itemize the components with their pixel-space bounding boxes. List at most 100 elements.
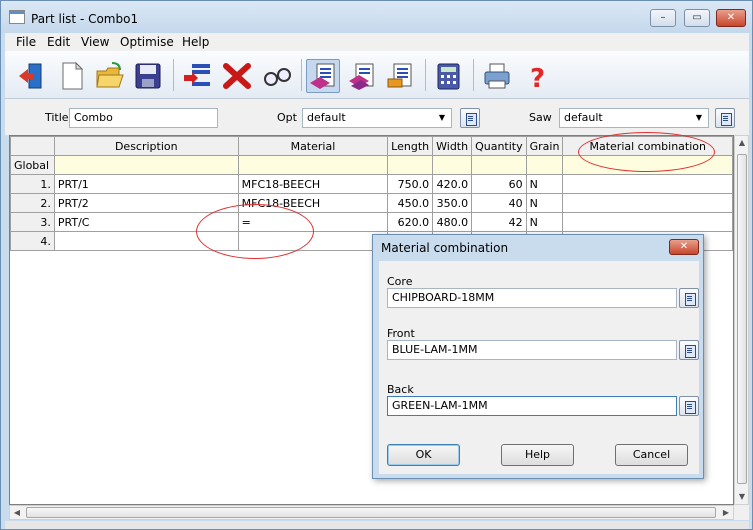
grain-cell[interactable]: N [525,174,564,194]
description-cell[interactable]: PRT/1 [53,174,239,194]
status-bar [5,521,749,529]
board-list-icon[interactable] [345,59,379,93]
opt-select[interactable]: default ▼ [302,108,452,128]
close-button[interactable]: ✕ [716,9,746,27]
menu-help[interactable]: Help [182,35,209,49]
material-combination-cell[interactable] [562,193,733,213]
scroll-right-icon[interactable]: ▶ [719,506,733,519]
col-length[interactable]: Length [387,136,434,156]
maximize-button[interactable]: ▭ [684,9,710,27]
calculator-icon[interactable] [431,59,465,93]
core-lookup-book-icon[interactable] [679,288,699,308]
quantity-cell[interactable]: 60 [471,174,527,194]
dialog-title: Material combination [381,241,509,255]
row-number[interactable]: 2. [10,193,55,213]
chevron-down-icon[interactable]: ▼ [435,111,449,125]
menu-optimise[interactable]: Optimise [120,35,174,49]
saw-lookup-book-icon[interactable] [715,108,735,128]
title-input[interactable]: Combo [69,108,218,128]
global-cell[interactable] [237,155,389,175]
description-cell[interactable]: PRT/2 [53,193,239,213]
front-input[interactable]: BLUE-LAM-1MM [387,340,677,360]
exit-door-icon[interactable] [15,59,49,93]
width-cell[interactable]: 480.0 [432,212,473,232]
title-bar[interactable]: Part list - Combo1 – ▭ ✕ [1,1,752,33]
table-row: 2. PRT/2 MFC18-BEECH 450.0 350.0 40 N [10,193,733,213]
material-cell[interactable]: MFC18-BEECH [237,174,389,194]
core-input[interactable]: CHIPBOARD-18MM [387,288,677,308]
global-cell[interactable] [432,155,473,175]
col-quantity[interactable]: Quantity [471,136,527,156]
global-cell[interactable] [525,155,564,175]
horizontal-scroll-thumb[interactable] [26,507,716,518]
chevron-down-icon[interactable]: ▼ [692,111,706,125]
col-width[interactable]: Width [432,136,473,156]
part-list-icon[interactable] [306,59,340,93]
width-cell[interactable]: 350.0 [432,193,473,213]
save-disk-icon[interactable] [131,59,165,93]
global-cell[interactable] [471,155,527,175]
menu-edit[interactable]: Edit [47,35,70,49]
quantity-cell[interactable]: 42 [471,212,527,232]
core-label: Core [387,275,413,288]
menu-file[interactable]: File [16,35,36,49]
back-lookup-book-icon[interactable] [679,396,699,416]
annotation-ellipse-material [196,204,314,259]
col-material[interactable]: Material [237,136,389,156]
opt-label: Opt [277,111,297,124]
material-combination-cell[interactable] [562,174,733,194]
menu-view[interactable]: View [81,35,109,49]
vertical-scroll-thumb[interactable] [737,154,747,484]
length-cell[interactable]: 450.0 [387,193,434,213]
scroll-down-icon[interactable]: ▼ [736,490,748,504]
saw-label: Saw [529,111,552,124]
saw-select-value: default [564,111,603,124]
saw-select[interactable]: default ▼ [559,108,709,128]
help-button[interactable]: Help [501,444,574,466]
vertical-scrollbar[interactable]: ▲ ▼ [734,135,749,505]
front-label: Front [387,327,415,340]
row-number[interactable]: 3. [10,212,55,232]
help-question-icon[interactable]: ? [520,59,554,93]
edging-list-icon[interactable] [383,59,417,93]
new-document-icon[interactable] [55,59,89,93]
window-title: Part list - Combo1 [31,12,139,26]
app-icon [9,10,25,24]
menu-bar: File Edit View Optimise Help [5,33,749,51]
width-cell[interactable]: 420.0 [432,174,473,194]
length-cell[interactable]: 750.0 [387,174,434,194]
length-cell[interactable]: 620.0 [387,212,434,232]
cancel-button[interactable]: Cancel [615,444,688,466]
title-label: Title [45,111,69,124]
back-label: Back [387,383,414,396]
grain-cell[interactable]: N [525,193,564,213]
find-glasses-icon[interactable] [260,59,294,93]
global-cell[interactable] [387,155,434,175]
dialog-close-button[interactable]: ✕ [669,239,699,255]
delete-x-icon[interactable] [220,59,254,93]
scrollbar-corner [734,505,749,520]
global-cell[interactable] [53,155,239,175]
row-number[interactable]: 1. [10,174,55,194]
scroll-up-icon[interactable]: ▲ [736,136,748,150]
back-input[interactable]: GREEN-LAM-1MM [387,396,677,416]
material-combination-cell[interactable] [562,212,733,232]
print-icon[interactable] [480,59,514,93]
material-combination-dialog: Material combination ✕ Core CHIPBOARD-18… [372,234,704,479]
quantity-cell[interactable]: 40 [471,193,527,213]
col-description[interactable]: Description [53,136,239,156]
open-folder-icon[interactable] [93,59,127,93]
ok-button[interactable]: OK [387,444,460,466]
options-bar: Title Combo Opt default ▼ Saw default ▼ [5,99,749,135]
insert-row-icon[interactable] [180,59,214,93]
grain-cell[interactable]: N [525,212,564,232]
svg-text:?: ? [530,64,545,91]
horizontal-scrollbar[interactable]: ◀ ▶ [9,505,734,520]
col-grain[interactable]: Grain [525,136,564,156]
opt-lookup-book-icon[interactable] [460,108,480,128]
scroll-left-icon[interactable]: ◀ [10,506,24,519]
table-row: 3. PRT/C = 620.0 480.0 42 N [10,212,733,232]
front-lookup-book-icon[interactable] [679,340,699,360]
row-number[interactable]: 4. [10,231,55,251]
minimize-button[interactable]: – [650,9,676,27]
